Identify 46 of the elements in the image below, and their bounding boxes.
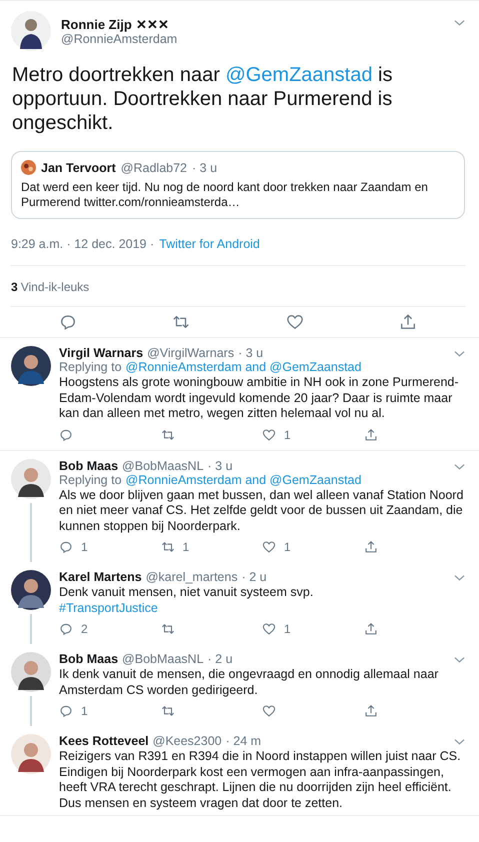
reply-text: Als we door blijven gaan met bussen, dan wel alleen vanaf Station Noord en niet meer vanaf CS. Het zelfde geldt voor de bussen uit Zaandam, die kunnen stoppen bij Noorderpark. (59, 488, 464, 534)
tweet-timestamp: 9:29 a.m. · 12 dec. 2019 · (11, 237, 154, 251)
tweet-time[interactable]: · 3 u (238, 346, 264, 360)
mention-link[interactable]: @GemZaanstad (225, 64, 372, 86)
user-handle[interactable]: @Kees2300 (152, 734, 222, 748)
user-name[interactable]: Virgil Warnars (59, 346, 144, 360)
name-emoji: ✕✕✕ (136, 16, 169, 32)
likes-label[interactable]: Vind-ik-leuks (20, 280, 90, 294)
user-name[interactable]: Karel Martens (59, 570, 142, 584)
tweet-time: · 3 u (192, 160, 218, 174)
tweet-time[interactable]: · 3 u (208, 458, 233, 472)
user-handle[interactable]: @RonnieAmsterdam (61, 32, 444, 46)
retweet-count: 1 (182, 540, 190, 554)
hashtag-link[interactable]: #TransportJustice (59, 600, 158, 614)
reply-count: 2 (81, 622, 88, 636)
user-name[interactable]: Ronnie Zijp (61, 16, 132, 32)
user-handle[interactable]: @VirgilWarnars (147, 346, 234, 360)
mention-link[interactable]: @RonnieAmsterdam and @GemZaanstad (126, 360, 362, 374)
user-handle[interactable]: @karel_martens (146, 570, 238, 584)
user-handle[interactable]: @BobMaasNL (122, 458, 204, 472)
tweet-text: Metro doortrekken naar @GemZaanstad is opportuun. Doortrekken naar Purmerend is ongeschikt. (12, 63, 394, 135)
user-handle[interactable]: @BobMaasNL (122, 652, 204, 666)
tweet-time[interactable]: · 2 u (242, 570, 267, 584)
user-name[interactable]: Bob Maas (59, 458, 118, 472)
likes-count[interactable]: 3 (11, 280, 18, 294)
user-name[interactable]: Kees Rotteveel (59, 734, 149, 748)
quoted-tweet[interactable]: Jan Tervoort @Radlab72 · 3 u Dat werd een keer tijd. Nu nog de noord kant door trekken naar Zaandam en Purmerend twitter.com/ronnieamsterda… (11, 151, 465, 219)
replying-label: Replying to (59, 472, 122, 486)
tweet-time[interactable]: · 2 u (208, 652, 233, 666)
reply-count: 1 (81, 704, 88, 718)
reply-text: Hoogstens als grote woningbouw ambitie in NH ook in zone Purmerend-Edam-Volendam wordt ingevuld komende 20 jaar? Daar is ruimte maar kan dan alleen met metro, wegen zitten helemaal vol nu al. (59, 375, 460, 422)
replying-label: Replying to (59, 360, 122, 374)
source-link[interactable]: Twitter for Android (159, 237, 260, 251)
like-count: 1 (284, 428, 291, 442)
quote-text: Dat werd een keer tijd. Nu nog de noord kant door trekken naar Zaandam en Purmerend twitter.com/ronnieamsterda… (21, 180, 429, 210)
user-name[interactable]: Bob Maas (59, 652, 118, 666)
reply-text: Ik denk vanuit de mensen, die ongevraagd en onnodig allemaal naar Amsterdam CS worden gedirigeerd. (59, 667, 440, 698)
reply-text: Denk vanuit mensen, niet vanuit systeem svp. #TransportJustice (59, 585, 314, 616)
like-count: 1 (284, 622, 291, 636)
reply-text: Reizigers van R391 en R394 die in Noord instappen willen juist naar CS. Eindigen bij Noorderpark kost een vermogen aan infra-aanpassingen, heeft VRA terecht geschrapt. Lijnen die nu doorrijden zijn heel efficiënt. Dus mensen en systeem vragen dat door te zetten. (59, 749, 462, 811)
tweet-time[interactable]: · 24 m (226, 734, 262, 748)
mention-link[interactable]: @RonnieAmsterdam and @GemZaanstad (126, 472, 362, 486)
like-count: 1 (284, 540, 291, 554)
reply-count: 1 (81, 540, 88, 554)
user-handle: @Radlab72 (120, 160, 188, 174)
user-name: Jan Tervoort (41, 160, 116, 174)
